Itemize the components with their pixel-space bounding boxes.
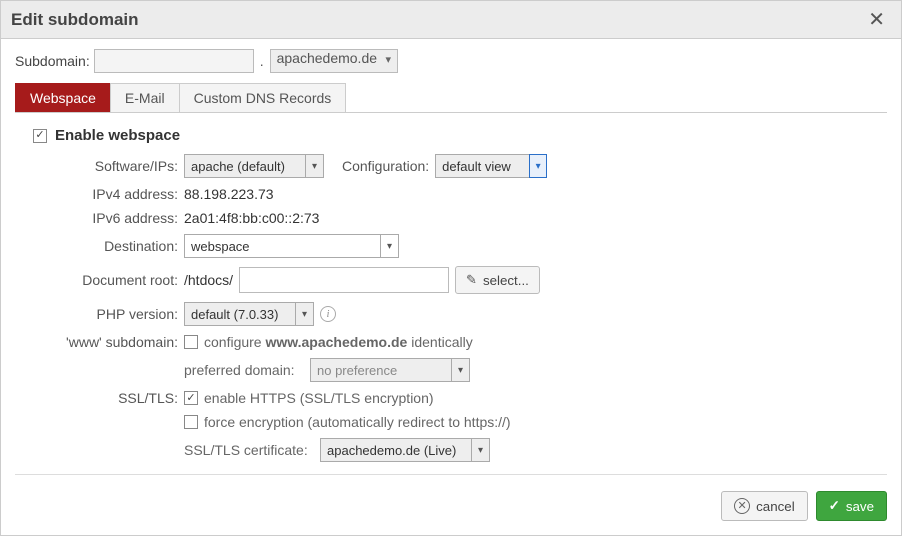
cancel-label: cancel [756, 499, 795, 514]
tab-webspace[interactable]: Webspace [15, 83, 111, 112]
ipv6-label: IPv6 address: [53, 210, 178, 226]
close-icon[interactable]: ✕ [862, 7, 891, 32]
check-icon: ✓ [829, 498, 840, 514]
tab-dns[interactable]: Custom DNS Records [179, 83, 347, 112]
destination-label: Destination: [53, 238, 178, 254]
save-button[interactable]: ✓ save [816, 491, 887, 521]
chevron-down-icon: ▾ [529, 154, 547, 178]
save-label: save [846, 499, 874, 514]
subdomain-label: Subdomain: [15, 53, 90, 69]
config-value: default view [442, 159, 511, 174]
software-value: apache (default) [191, 159, 285, 174]
enable-webspace-checkbox[interactable] [33, 129, 47, 143]
ssl-enable-label: enable HTTPS (SSL/TLS encryption) [204, 390, 434, 406]
docroot-input[interactable] [239, 267, 449, 293]
chevron-down-icon: ▾ [471, 439, 489, 461]
enable-webspace-label: Enable webspace [55, 127, 180, 144]
info-icon[interactable]: i [320, 306, 336, 322]
pref-domain-select[interactable]: no preference ▾ [310, 358, 470, 382]
ssl-force-checkbox[interactable] [184, 415, 198, 429]
dialog-title: Edit subdomain [11, 10, 139, 30]
domain-select[interactable]: apachedemo.de [270, 49, 398, 73]
php-value: default (7.0.33) [191, 307, 278, 322]
chevron-down-icon: ▾ [380, 235, 398, 257]
docroot-label: Document root: [53, 272, 178, 288]
www-label: 'www' subdomain: [53, 334, 178, 350]
php-select[interactable]: default (7.0.33) ▾ [184, 302, 314, 326]
pref-domain-label: preferred domain: [184, 362, 304, 378]
select-btn-label: select... [483, 273, 529, 288]
select-docroot-button[interactable]: ✎ select... [455, 266, 540, 294]
domain-select-value: apachedemo.de [277, 50, 377, 66]
www-identical-checkbox[interactable] [184, 335, 198, 349]
www-configure-label: configure www.apachedemo.de identically [204, 334, 473, 350]
subdomain-dot: . [258, 53, 266, 69]
cancel-icon: ✕ [734, 498, 750, 514]
chevron-down-icon: ▾ [295, 303, 313, 325]
ipv4-value: 88.198.223.73 [184, 186, 274, 202]
divider [15, 474, 887, 475]
tab-email[interactable]: E-Mail [110, 83, 180, 112]
ipv6-value: 2a01:4f8:bb:c00::2:73 [184, 210, 319, 226]
destination-select[interactable]: webspace ▾ [184, 234, 399, 258]
ssl-cert-select[interactable]: apachedemo.de (Live) ▾ [320, 438, 490, 462]
software-select[interactable]: apache (default) ▾ [184, 154, 324, 178]
pref-domain-value: no preference [317, 363, 397, 378]
ssl-force-label: force encryption (automatically redirect… [204, 414, 511, 430]
chevron-down-icon: ▾ [451, 359, 469, 381]
pencil-icon: ✎ [466, 272, 477, 288]
php-label: PHP version: [53, 306, 178, 322]
software-label: Software/IPs: [53, 158, 178, 174]
chevron-down-icon: ▾ [305, 155, 323, 177]
ssl-cert-label: SSL/TLS certificate: [184, 442, 314, 458]
subdomain-input[interactable] [94, 49, 254, 73]
ipv4-label: IPv4 address: [53, 186, 178, 202]
destination-value: webspace [191, 239, 250, 254]
config-label: Configuration: [342, 158, 429, 174]
ssl-cert-value: apachedemo.de (Live) [327, 443, 456, 458]
docroot-prefix: /htdocs/ [184, 272, 233, 288]
ssl-enable-checkbox[interactable] [184, 391, 198, 405]
config-select[interactable]: default view ▾ [435, 154, 547, 178]
cancel-button[interactable]: ✕ cancel [721, 491, 808, 521]
ssl-label: SSL/TLS: [53, 390, 178, 406]
tabs: Webspace E-Mail Custom DNS Records [15, 83, 887, 113]
